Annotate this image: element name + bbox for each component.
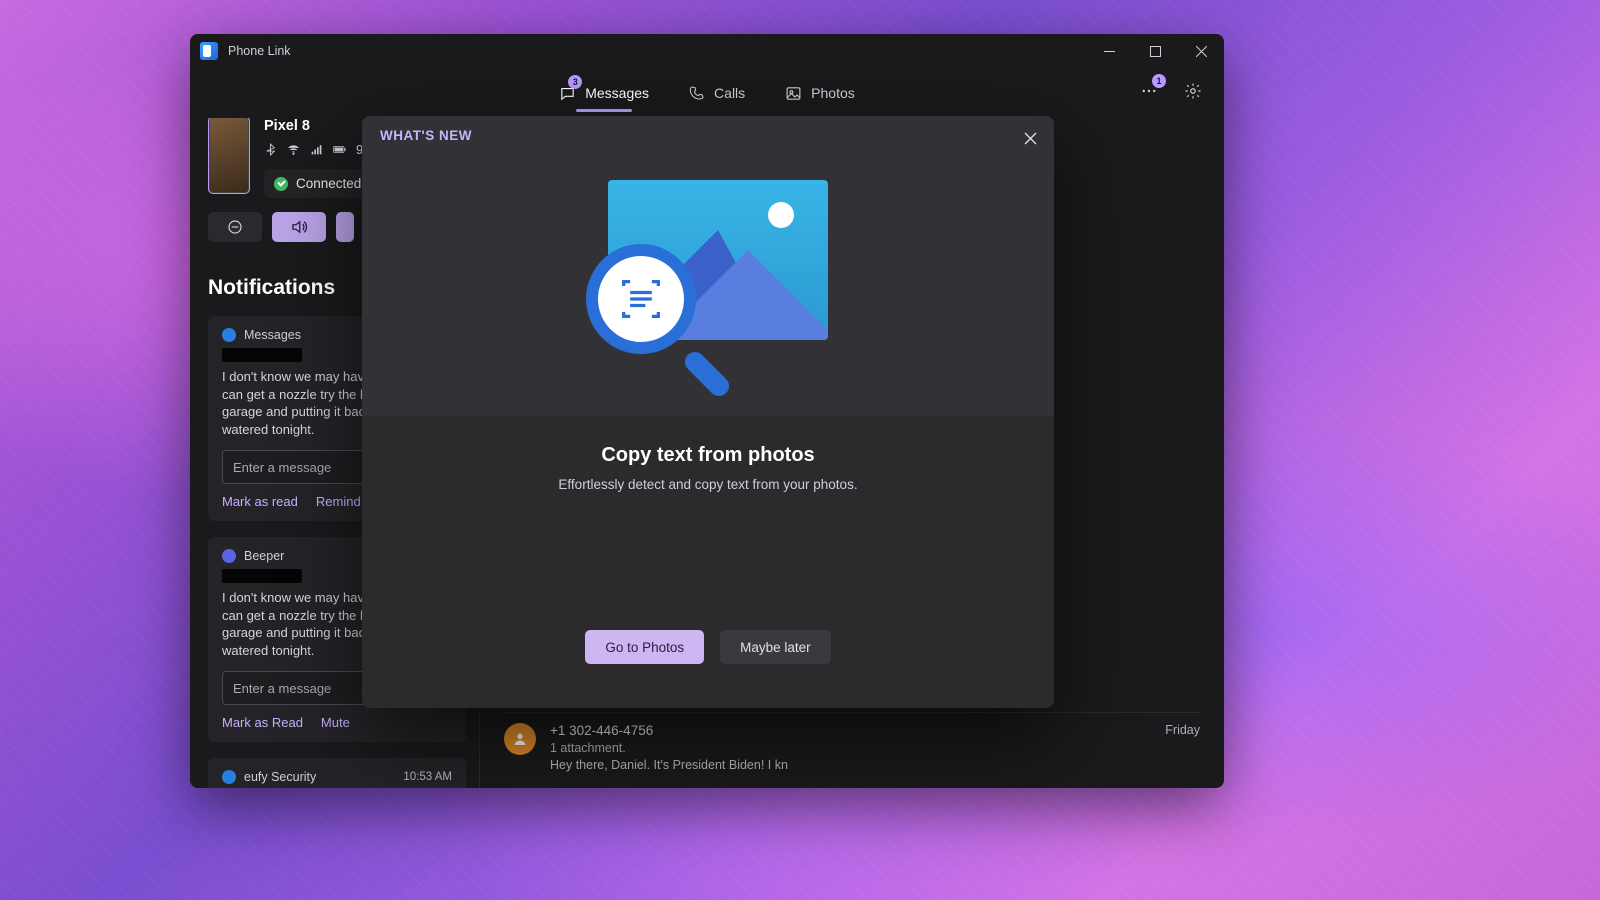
hero-illustration: [578, 174, 838, 394]
phone-icon: [689, 85, 705, 101]
thread-day: Friday: [1165, 723, 1200, 738]
titlebar: Phone Link: [190, 34, 1224, 68]
modal-title: Copy text from photos: [601, 444, 814, 467]
dnd-button[interactable]: [208, 212, 262, 242]
connection-status[interactable]: Connected: [264, 169, 371, 198]
tab-messages[interactable]: 3 Messages: [557, 79, 651, 108]
notification-card[interactable]: eufy Security10:53 AM Porch : Someone ha…: [208, 758, 466, 788]
tab-photos[interactable]: Photos: [783, 79, 857, 108]
more-badge: 1: [1152, 74, 1166, 88]
mute-action[interactable]: Mute: [321, 715, 350, 730]
go-to-photos-button[interactable]: Go to Photos: [585, 630, 704, 664]
device-thumbnail[interactable]: [208, 118, 250, 194]
bluetooth-icon: [264, 143, 277, 156]
header: 3 Messages Calls Photos 1: [190, 68, 1224, 118]
app-window: Phone Link 3 Messages Calls: [190, 34, 1224, 788]
close-button[interactable]: [1178, 34, 1224, 68]
maximize-button[interactable]: [1132, 34, 1178, 68]
extra-quick-button[interactable]: [336, 212, 354, 242]
redacted-sender: [222, 569, 302, 583]
volume-button[interactable]: [272, 212, 326, 242]
minimize-button[interactable]: [1086, 34, 1132, 68]
settings-button[interactable]: [1178, 76, 1208, 106]
notification-time: 10:53 AM: [403, 771, 452, 783]
whats-new-modal: WHAT'S NEW: [362, 116, 1054, 708]
modal-label: WHAT'S NEW: [380, 128, 472, 143]
eufy-app-icon: [222, 770, 236, 784]
check-icon: [274, 177, 288, 191]
tab-calls[interactable]: Calls: [687, 79, 747, 108]
wifi-icon: [287, 143, 300, 156]
thread-number: +1 302-446-4756: [550, 723, 653, 738]
modal-close-button[interactable]: [1016, 124, 1044, 152]
gear-icon: [1184, 82, 1202, 100]
avatar: [504, 723, 536, 755]
ocr-icon: [615, 273, 667, 325]
battery-icon: [333, 143, 346, 156]
window-title: Phone Link: [228, 44, 291, 58]
mark-read-action[interactable]: Mark as read: [222, 494, 298, 509]
maybe-later-button[interactable]: Maybe later: [720, 630, 831, 664]
modal-body: Effortlessly detect and copy text from y…: [558, 477, 857, 492]
messages-badge: 3: [568, 75, 582, 89]
mark-read-action[interactable]: Mark as Read: [222, 715, 303, 730]
signal-icon: [310, 143, 323, 156]
redacted-sender: [222, 348, 302, 362]
messages-app-icon: [222, 328, 236, 342]
image-icon: [785, 85, 802, 102]
more-button[interactable]: 1: [1134, 76, 1164, 106]
beeper-app-icon: [222, 549, 236, 563]
conversation-row[interactable]: +1 302-446-4756Friday 1 attachment. Hey …: [504, 712, 1200, 782]
app-icon: [200, 42, 218, 60]
